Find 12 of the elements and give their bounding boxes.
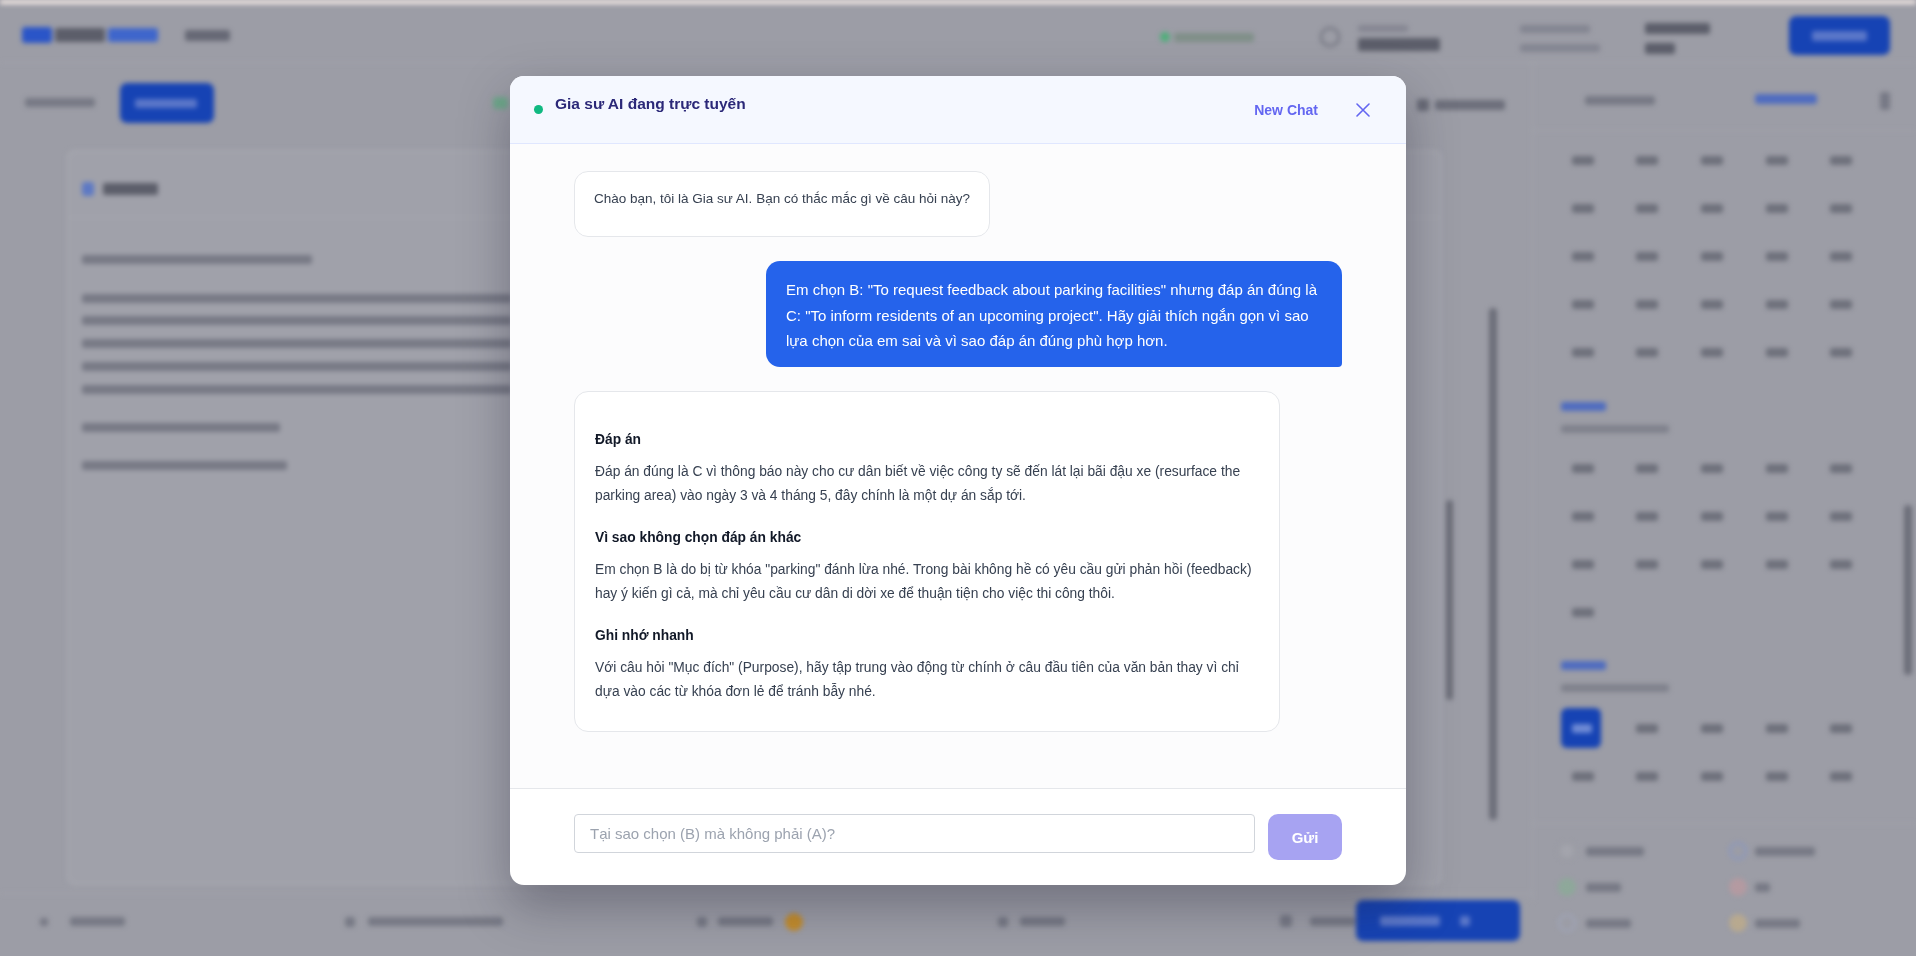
user-message: Em chọn B: "To request feedback about parking facilities" nhưng đáp án đúng là C: "To inform residents of an upcoming project". Hãy giải thích ngắn gọn vì sao lựa chọn của em sai và vì sao đáp án đúng phù hợp hơn. [766, 261, 1342, 367]
answer-heading: Vì sao không chọn đáp án khác [595, 528, 803, 547]
answer-heading: Ghi nhớ nhanh [595, 626, 695, 645]
new-chat-button[interactable]: New Chat [1254, 101, 1318, 118]
answer-text: Em chọn B là do bị từ khóa "parking" đánh lừa nhé. Trong bài không hề có yêu cầu gửi phản hồi (feedback) hay ý kiến gì cả, mà chỉ yêu cầu cư dân di dời xe để thuận tiện cho việc thi công thôi. [595, 560, 1253, 603]
answer-heading: Đáp án [595, 430, 642, 449]
close-icon [1356, 102, 1370, 117]
message-input[interactable]: Tại sao chọn (B) mà không phải (A)? [574, 814, 1255, 853]
chat-title: Gia sư AI đang trực tuyến [555, 94, 747, 114]
answer-text: Đáp án đúng là C vì thông báo này cho cư dân biết về việc công ty sẽ đến lát lại bãi đậu xe (resurface the parking area) vào ngày 3 và 4 tháng 5, đây chính là một dự án sắp tới. [595, 462, 1242, 505]
assistant-message: Chào bạn, tôi là Gia sư AI. Bạn có thắc mắc gì về câu hỏi này? [574, 171, 990, 237]
answer-text: Với câu hỏi "Mục đích" (Purpose), hãy tập trung vào động từ chính ở câu đầu tiên của văn bản thay vì chỉ dựa vào các từ khóa đơn lẻ để tránh bẫy nhé. [595, 658, 1240, 701]
